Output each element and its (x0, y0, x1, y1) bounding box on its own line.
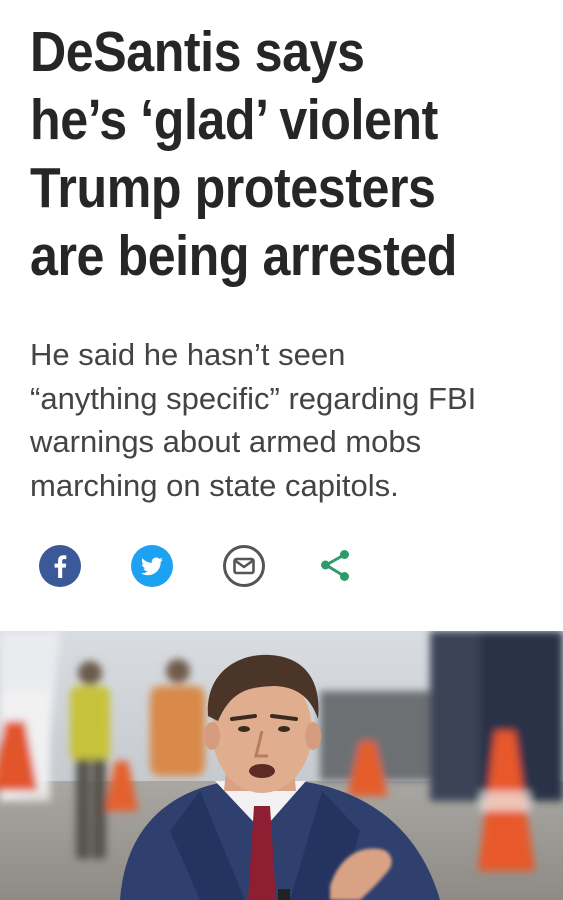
headline-line: he’s ‘glad’ violent (30, 88, 438, 152)
subhead-line: He said he hasn’t seen (30, 337, 346, 372)
email-share-button[interactable] (222, 544, 266, 588)
facebook-share-button[interactable] (38, 544, 82, 588)
article-photo (0, 631, 563, 900)
article-subhead: He said he hasn’t seen “anything specifi… (30, 333, 530, 507)
facebook-icon (39, 545, 81, 587)
generic-share-button[interactable] (314, 544, 358, 588)
subhead-line: warnings about armed mobs (30, 424, 422, 459)
twitter-share-button[interactable] (130, 544, 174, 588)
twitter-icon (131, 545, 173, 587)
headline-line: Trump protesters (30, 156, 436, 220)
share-bar (38, 544, 368, 588)
subhead-line: “anything specific” regarding FBI (30, 380, 477, 416)
article-headline: DeSantis says he’s ‘glad’ violent Trump … (30, 18, 479, 290)
speaker-photo-illustration (0, 631, 563, 900)
share-icon (321, 550, 349, 581)
subhead-line: marching on state capitols. (30, 467, 399, 503)
envelope-icon (223, 545, 265, 587)
headline-line: are being arrested (30, 224, 457, 288)
headline-line: DeSantis says (30, 20, 365, 84)
